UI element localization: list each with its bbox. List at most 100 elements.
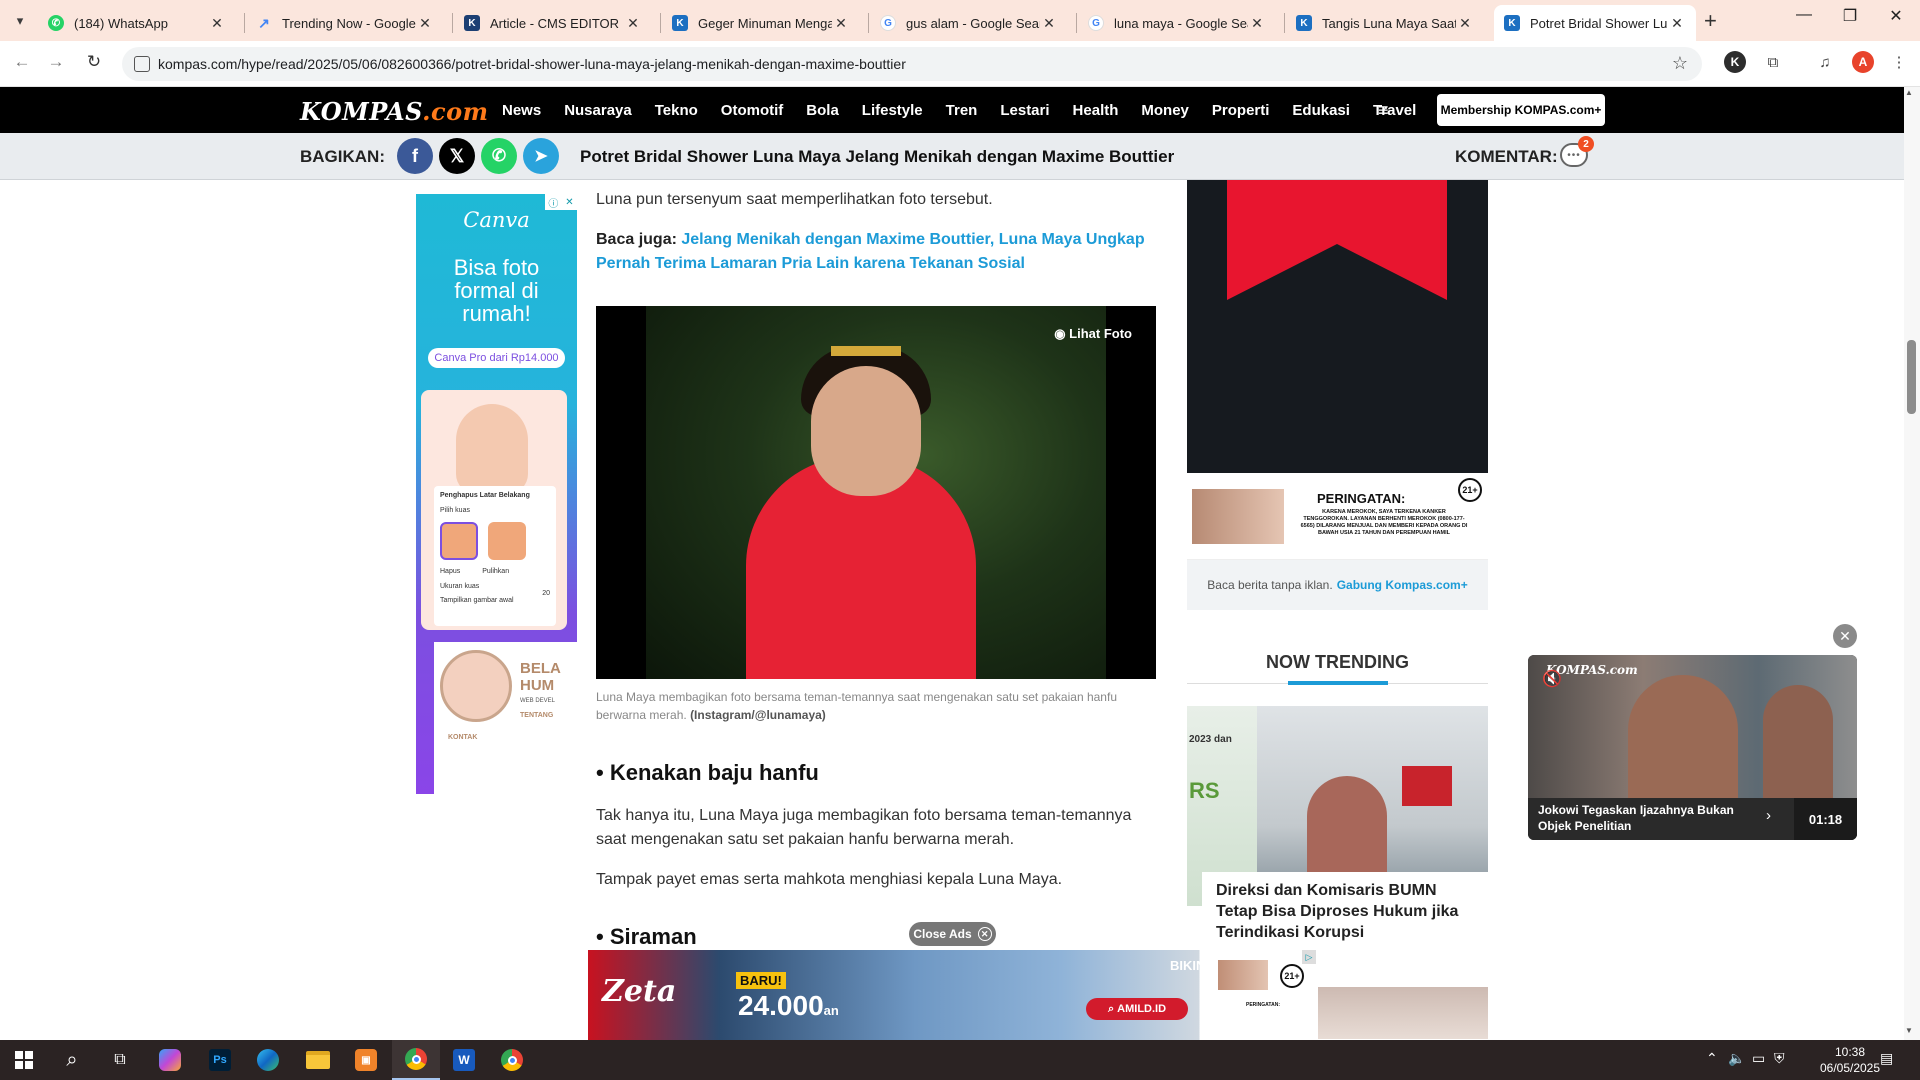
kompas-icon: K xyxy=(672,15,688,31)
extensions-puzzle-icon[interactable]: ⧉ xyxy=(1762,51,1784,73)
google-trends-icon: ↗ xyxy=(258,14,270,31)
task-view-icon[interactable]: ⧉ xyxy=(96,1040,144,1080)
tab-title: Trending Now - Google Trends xyxy=(282,15,416,31)
app-icon[interactable]: ▣ xyxy=(342,1040,390,1080)
bottom-sticky-ad[interactable]: Zeta BARU! 24.000an BIKIN LANGKAH BESAR … xyxy=(588,950,1316,1040)
join-kompas-plus-link[interactable]: Gabung Kompas.com+ xyxy=(1337,578,1468,592)
kompas-logo[interactable]: KOMPAS.com xyxy=(300,97,488,126)
tab-google-trends[interactable]: ↗ Trending Now - Google Trends ✕ xyxy=(246,5,444,41)
nav-item-edukasi[interactable]: Edukasi xyxy=(1292,102,1350,119)
x-share-icon[interactable]: 𝕏 xyxy=(439,138,475,174)
scroll-down-arrow-icon[interactable]: ▼ xyxy=(1905,1026,1913,1035)
windows-start-icon[interactable] xyxy=(0,1040,48,1080)
nav-item-tekno[interactable]: Tekno xyxy=(655,102,698,119)
nav-item-otomotif[interactable]: Otomotif xyxy=(721,102,783,119)
notification-icon[interactable]: ▤ xyxy=(1880,1050,1893,1067)
chrome-icon[interactable] xyxy=(392,1040,440,1080)
nav-item-lestari[interactable]: Lestari xyxy=(1000,102,1049,119)
close-tab-icon[interactable]: ✕ xyxy=(1040,15,1058,32)
close-ads-button[interactable]: Close Ads ✕ xyxy=(909,922,996,946)
file-explorer-icon[interactable] xyxy=(294,1040,342,1080)
chevron-right-icon[interactable]: › xyxy=(1766,807,1771,824)
close-tab-icon[interactable]: ✕ xyxy=(416,15,434,32)
left-skyscraper-ad[interactable]: ⓘ ✕ Canva Bisa foto formal di rumah! Canv… xyxy=(416,194,577,794)
bookmark-star-icon[interactable]: ☆ xyxy=(1672,53,1688,74)
close-tab-icon[interactable]: ✕ xyxy=(624,15,642,32)
trending-headline-link[interactable]: Direksi dan Komisaris BUMN Tetap Bisa Di… xyxy=(1202,872,1488,948)
restore-icon[interactable]: ❐ xyxy=(1830,6,1870,26)
tab-cms-editor[interactable]: K Article - CMS EDITOR ✕ xyxy=(454,5,652,41)
close-tab-icon[interactable]: ✕ xyxy=(1668,15,1686,32)
nav-item-nusaraya[interactable]: Nusaraya xyxy=(564,102,632,119)
scrollbar-thumb[interactable] xyxy=(1907,340,1916,414)
tab-tangis-luna-maya[interactable]: K Tangis Luna Maya Saat Maxime ✕ xyxy=(1286,5,1484,41)
display-icon[interactable]: ▭ xyxy=(1752,1050,1765,1067)
scroll-up-arrow-icon[interactable]: ▲ xyxy=(1905,88,1913,97)
close-tab-icon[interactable]: ✕ xyxy=(1248,15,1266,32)
close-tab-icon[interactable]: ✕ xyxy=(208,15,226,32)
close-video-button[interactable]: ✕ xyxy=(1833,624,1857,648)
nav-item-news[interactable]: News xyxy=(502,102,541,119)
nav-item-health[interactable]: Health xyxy=(1073,102,1119,119)
nav-item-properti[interactable]: Properti xyxy=(1212,102,1270,119)
article-photo[interactable]: ◉ Lihat Foto xyxy=(596,306,1156,679)
chrome-menu-icon[interactable]: ⋮ xyxy=(1888,51,1910,73)
google-icon: G xyxy=(880,15,896,31)
media-control-icon[interactable]: ♫ xyxy=(1814,51,1836,73)
nav-item-money[interactable]: Money xyxy=(1141,102,1189,119)
telegram-share-icon[interactable]: ➤ xyxy=(523,138,559,174)
article-paragraph: Tak hanya itu, Luna Maya juga membagikan… xyxy=(596,807,1132,848)
tab-whatsapp[interactable]: ✆ (184) WhatsApp ✕ xyxy=(38,5,236,41)
facebook-share-icon[interactable]: f xyxy=(397,138,433,174)
trending-next-thumbnail[interactable] xyxy=(1318,987,1488,1039)
ad-cta-button[interactable]: ⌕ AMILD.ID xyxy=(1086,998,1188,1020)
close-window-icon[interactable]: ✕ xyxy=(1876,6,1916,26)
word-icon[interactable]: W xyxy=(440,1040,488,1080)
photo-gold-crown xyxy=(831,316,901,356)
site-info-icon[interactable] xyxy=(134,56,150,72)
tab-luna-maya-search[interactable]: G luna maya - Google Search ✕ xyxy=(1078,5,1276,41)
tab-potret-bridal-shower-active[interactable]: K Potret Bridal Shower Luna Maya ✕ xyxy=(1494,5,1696,41)
extension-avatar-icon[interactable]: K xyxy=(1724,51,1746,73)
address-bar[interactable]: kompas.com/hype/read/2025/05/06/08260036… xyxy=(122,47,1702,81)
ad-cta-button[interactable]: Canva Pro dari Rp14.000 xyxy=(428,348,565,368)
ad-choices-icon[interactable]: ▷ xyxy=(1302,950,1316,964)
chrome-profile-icon[interactable] xyxy=(488,1040,536,1080)
forward-arrow-icon[interactable]: → xyxy=(44,52,68,72)
membership-button[interactable]: Membership KOMPAS.com+ xyxy=(1437,94,1605,126)
floating-video-player[interactable]: KOMPAS.com 🔇 Jokowi Tegaskan Ijazahnya B… xyxy=(1528,655,1857,840)
minimize-icon[interactable]: — xyxy=(1784,6,1824,24)
hamburger-menu-icon[interactable]: ≡ xyxy=(1378,100,1389,121)
back-arrow-icon[interactable]: ← xyxy=(10,52,34,72)
new-tab-icon[interactable]: + xyxy=(1704,8,1717,34)
page-scrollbar[interactable] xyxy=(1904,87,1920,1040)
tab-geger-minuman[interactable]: K Geger Minuman Mengandung ✕ xyxy=(662,5,860,41)
mute-speaker-icon[interactable]: 🔇 xyxy=(1542,669,1562,689)
nav-item-lifestyle[interactable]: Lifestyle xyxy=(862,102,923,119)
profile-avatar[interactable]: A xyxy=(1852,51,1874,73)
nav-item-bola[interactable]: Bola xyxy=(806,102,839,119)
photoshop-icon[interactable]: Ps xyxy=(196,1040,244,1080)
system-clock[interactable]: 10:38 06/05/2025 xyxy=(1812,1044,1888,1076)
whatsapp-share-icon[interactable]: ✆ xyxy=(481,138,517,174)
view-photo-button[interactable]: ◉ Lihat Foto xyxy=(1054,326,1132,342)
reload-icon[interactable]: ↻ xyxy=(82,52,106,72)
tray-overflow-icon[interactable]: ⌃ xyxy=(1706,1050,1718,1067)
url-text[interactable]: kompas.com/hype/read/2025/05/06/08260036… xyxy=(158,56,906,72)
video-title[interactable]: Jokowi Tegaskan Ijazahnya Bukan Objek Pe… xyxy=(1538,802,1738,834)
copilot-icon[interactable] xyxy=(146,1040,194,1080)
close-tab-icon[interactable]: ✕ xyxy=(832,15,850,32)
edge-icon[interactable] xyxy=(244,1040,292,1080)
browser-tab-strip: ▾ ✆ (184) WhatsApp ✕ ↗ Trending Now - Go… xyxy=(0,0,1920,41)
right-display-ad[interactable] xyxy=(1187,180,1488,473)
search-icon[interactable]: ⌕ xyxy=(48,1040,96,1080)
google-icon: G xyxy=(1088,15,1104,31)
network-icon[interactable]: ⛨ xyxy=(1774,1050,1785,1067)
close-tab-icon[interactable]: ✕ xyxy=(1456,15,1474,32)
volume-icon[interactable]: 🔈 xyxy=(1728,1050,1745,1067)
tab-gus-alam[interactable]: G gus alam - Google Search ✕ xyxy=(870,5,1068,41)
tab-title: gus alam - Google Search xyxy=(906,15,1040,31)
tab-search-chevron-icon[interactable]: ▾ xyxy=(6,7,34,35)
nav-item-tren[interactable]: Tren xyxy=(946,102,978,119)
read-also-link[interactable]: Jelang Menikah dengan Maxime Bouttier, L… xyxy=(596,231,1145,272)
